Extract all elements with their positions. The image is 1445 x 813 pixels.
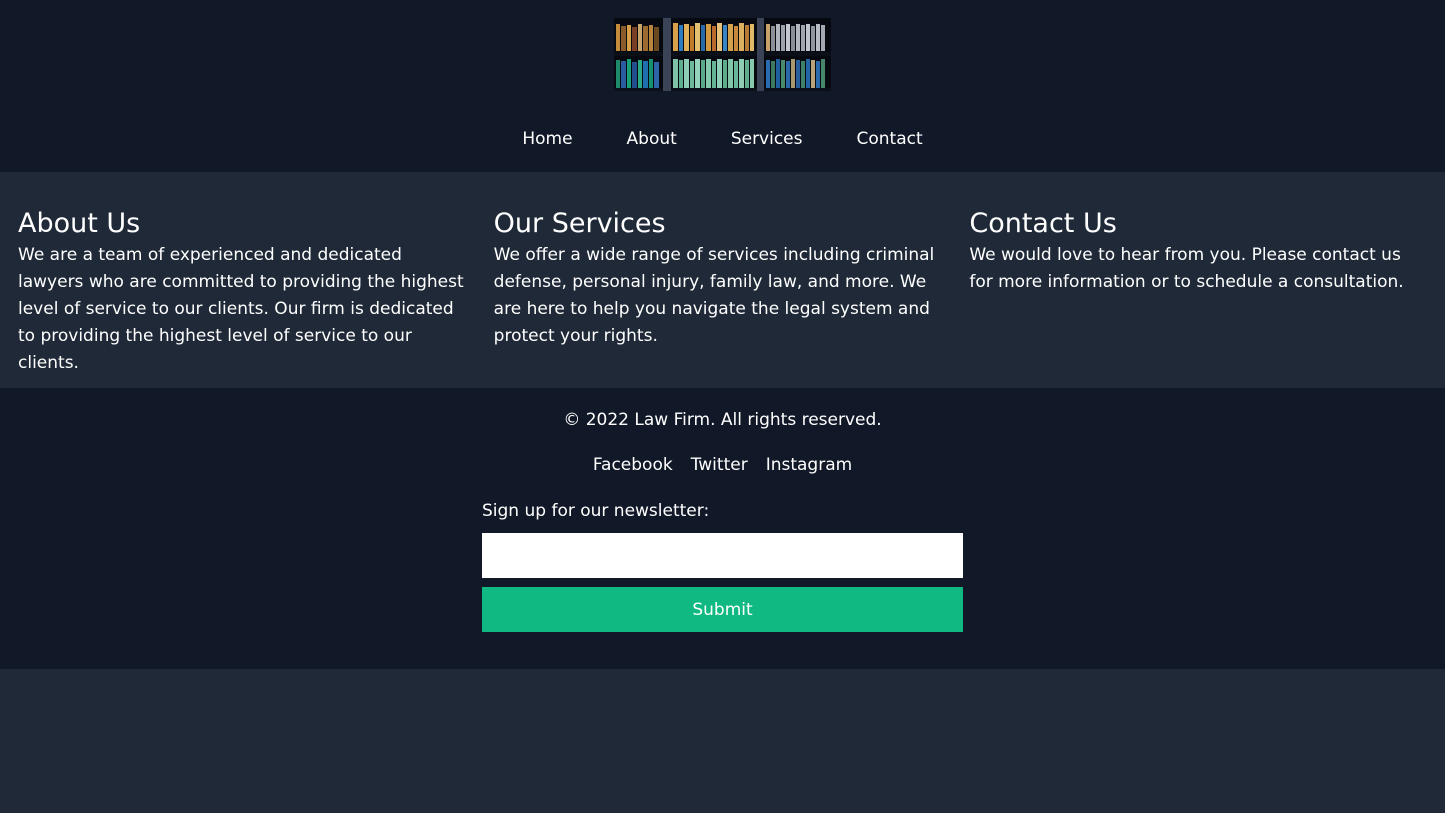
social-link-twitter[interactable]: Twitter — [691, 454, 748, 476]
services-text: We offer a wide range of services includ… — [493, 245, 935, 346]
newsletter-email-input[interactable] — [482, 533, 963, 578]
about-title: About Us — [18, 208, 141, 239]
social-link-facebook[interactable]: Facebook — [593, 454, 673, 476]
logo-image — [614, 18, 831, 91]
bookshelf-logo-graphic — [614, 18, 831, 91]
site-header: Home About Services Contact — [0, 0, 1445, 172]
main-nav: Home About Services Contact — [0, 128, 1445, 150]
nav-item-about[interactable]: About — [627, 128, 677, 150]
social-links: Facebook Twitter Instagram — [0, 454, 1445, 476]
newsletter-label: Sign up for our newsletter: — [482, 501, 710, 521]
copyright-text: © 2022 Law Firm. All rights reserved. — [563, 410, 882, 430]
about-section: About Us We are a team of experienced an… — [18, 208, 494, 388]
contact-text: We would love to hear from you. Please c… — [969, 245, 1404, 292]
nav-item-services[interactable]: Services — [731, 128, 803, 150]
content-sections: About Us We are a team of experienced an… — [0, 172, 1445, 388]
nav-item-contact[interactable]: Contact — [857, 128, 923, 150]
site-footer: © 2022 Law Firm. All rights reserved. Fa… — [0, 388, 1445, 669]
contact-title: Contact Us — [969, 208, 1117, 239]
newsletter-form: Sign up for our newsletter: Submit — [482, 500, 963, 632]
about-text: We are a team of experienced and dedicat… — [18, 245, 464, 373]
newsletter-submit-button[interactable]: Submit — [482, 587, 963, 632]
contact-section: Contact Us We would love to hear from yo… — [969, 208, 1445, 388]
social-link-instagram[interactable]: Instagram — [766, 454, 853, 476]
services-section: Our Services We offer a wide range of se… — [494, 208, 970, 388]
nav-item-home[interactable]: Home — [522, 128, 572, 150]
services-title: Our Services — [493, 208, 666, 239]
